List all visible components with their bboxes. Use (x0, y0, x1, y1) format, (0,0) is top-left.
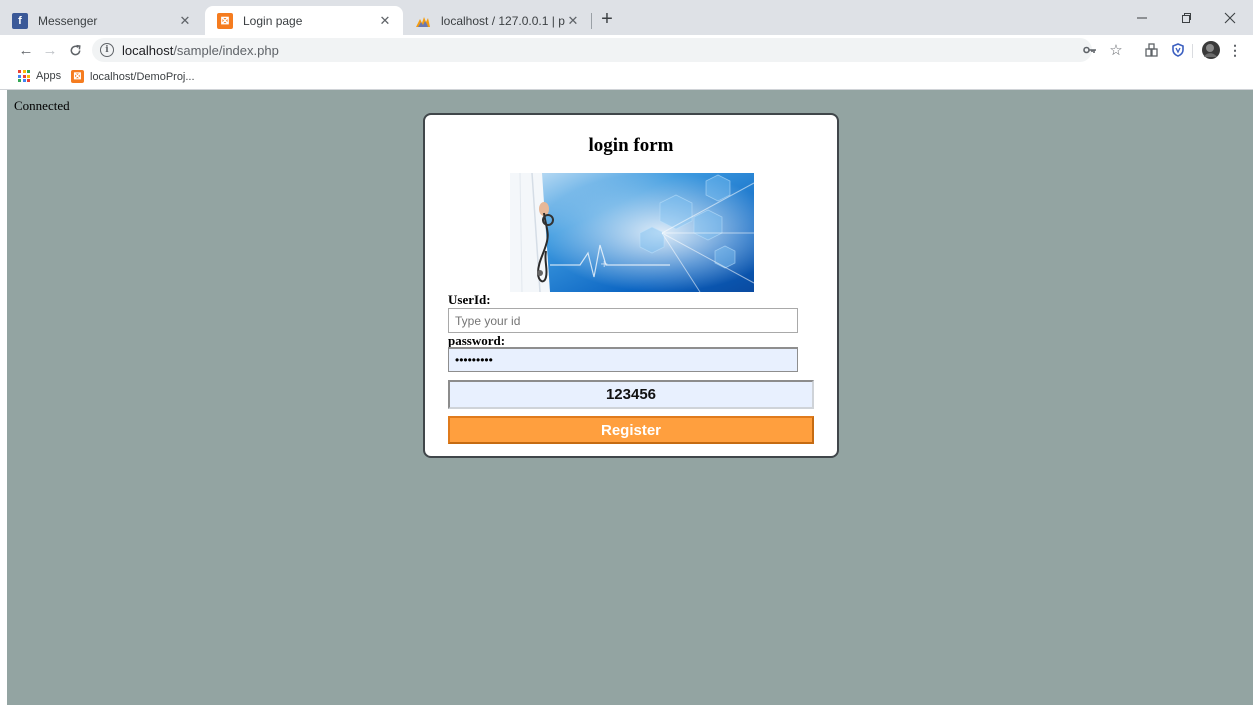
close-tab-icon[interactable]: ✕ (565, 13, 581, 29)
apps-grid-icon (18, 70, 30, 82)
menu-kebab-icon[interactable]: ⋮ (1228, 42, 1242, 58)
address-bar[interactable]: i localhost /sample/index.php (92, 38, 1092, 62)
reload-icon (70, 44, 81, 55)
bookmark-label: localhost/DemoProj... (90, 70, 195, 83)
restore-icon (1182, 12, 1191, 23)
page-body: Connected login form + UserId: Type your… (7, 90, 1253, 705)
userid-input[interactable] (448, 308, 798, 333)
browser-toolbar: ← → i localhost /sample/index.php ☆ ⋮ (0, 35, 1253, 65)
svg-text:+: + (600, 259, 608, 270)
tab-title: Login page (243, 13, 303, 28)
tab-title: localhost / 127.0.0.1 | phpMyAdm (441, 13, 565, 28)
reload-button[interactable] (65, 40, 85, 60)
form-title: login form (588, 135, 674, 156)
url-host: localhost (122, 42, 174, 58)
xampp-icon: ⊠ (71, 70, 84, 83)
key-icon[interactable] (1082, 43, 1098, 57)
close-icon (1224, 12, 1236, 23)
site-info-icon[interactable]: i (100, 43, 114, 57)
userid-label: UserId: (448, 292, 491, 307)
tab-title: Messenger (38, 13, 98, 28)
minimize-button[interactable] (1120, 0, 1164, 35)
minimize-icon (1137, 17, 1147, 18)
tab-phpmyadmin[interactable]: localhost / 127.0.0.1 | phpMyAdm ✕ (403, 6, 591, 35)
close-tab-icon[interactable]: ✕ (177, 13, 193, 29)
avatar[interactable] (1201, 40, 1221, 60)
back-button[interactable]: ← (16, 40, 36, 60)
register-button[interactable]: Register (448, 416, 814, 444)
phpmyadmin-icon (415, 13, 431, 29)
tab-login-page[interactable]: ⊠ Login page ✕ (205, 6, 403, 35)
bookmarks-bar: Apps ⊠ localhost/DemoProj... (0, 65, 1253, 90)
tab-strip: f Messenger ✕ ⊠ Login page ✕ localhost /… (0, 0, 1253, 35)
tab-separator (591, 13, 592, 29)
extension-icon[interactable] (1144, 43, 1160, 57)
tab-messenger[interactable]: f Messenger ✕ (0, 6, 203, 35)
password-input[interactable] (448, 347, 798, 372)
bookmark-demoproj[interactable]: ⊠ localhost/DemoProj... (71, 70, 195, 83)
bookmark-apps[interactable]: Apps (18, 70, 61, 82)
facebook-icon: f (12, 12, 28, 29)
restore-button[interactable] (1164, 0, 1208, 35)
star-icon[interactable]: ☆ (1108, 42, 1124, 59)
close-window-button[interactable] (1208, 0, 1252, 35)
xampp-icon: ⊠ (217, 12, 233, 29)
doctor-banner-image: + (510, 173, 754, 292)
forward-button[interactable]: → (40, 40, 60, 60)
new-tab-button[interactable]: + (596, 9, 618, 31)
login-form-card: login form + UserId: Type your id passwo… (423, 113, 839, 458)
close-tab-icon[interactable]: ✕ (377, 13, 393, 29)
shield-extension-icon[interactable] (1170, 43, 1186, 57)
revealed-password-field[interactable]: 123456 (448, 380, 814, 409)
url-path: /sample/index.php (173, 42, 279, 58)
connection-status: Connected (14, 98, 70, 113)
toolbar-divider (1192, 44, 1193, 58)
bookmark-label: Apps (36, 70, 62, 82)
